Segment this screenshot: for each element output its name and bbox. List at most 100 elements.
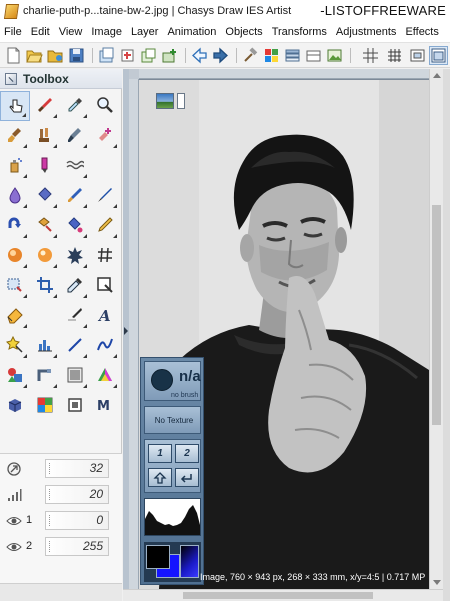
mode-1-button[interactable]: 1 [148, 444, 172, 463]
size-input[interactable]: 32 [45, 459, 109, 478]
menu-view[interactable]: View [55, 22, 88, 42]
brush-tool[interactable] [30, 91, 60, 121]
fill-tool[interactable] [30, 181, 60, 211]
menu-image[interactable]: Image [87, 22, 127, 42]
brush-selector[interactable]: n/a no brush [144, 361, 201, 401]
hash-tool[interactable] [90, 241, 120, 271]
menu-animation[interactable]: Animation [163, 22, 221, 42]
shapes-tool[interactable] [0, 361, 30, 391]
palette-tool[interactable] [30, 391, 60, 421]
size-row: 32 [0, 456, 122, 482]
macro-tool[interactable]: M [90, 391, 120, 421]
path-corner-icon [37, 369, 51, 381]
zoom-tool[interactable] [90, 91, 120, 121]
opacity-1-input[interactable]: 0 [45, 511, 109, 530]
hammer-tool-icon[interactable] [242, 47, 259, 64]
pixel-grid-icon[interactable] [386, 47, 403, 64]
undo-arrow-icon[interactable] [191, 47, 208, 64]
scroll-up-icon[interactable] [433, 73, 441, 78]
menu-transforms[interactable]: Transforms [268, 22, 332, 42]
new-file-icon[interactable] [5, 47, 22, 64]
marker-tool[interactable] [30, 151, 60, 181]
enter-button[interactable] [175, 468, 199, 487]
spray-tool[interactable] [0, 151, 30, 181]
vertical-scroll-thumb[interactable] [432, 205, 441, 425]
drop-tool[interactable] [0, 181, 30, 211]
text-tool[interactable]: A [90, 301, 120, 331]
color-grid-icon[interactable] [263, 47, 280, 64]
3d-tool[interactable] [0, 391, 30, 421]
eyedropper-tool[interactable] [60, 91, 90, 121]
line-brush-tool[interactable] [60, 181, 90, 211]
transform-tool[interactable] [90, 271, 120, 301]
gradient-swatch[interactable] [180, 545, 199, 578]
hardness-input[interactable]: 20 [45, 485, 109, 504]
stamp-tool[interactable] [60, 391, 90, 421]
crop-tool[interactable] [30, 271, 60, 301]
menu-objects[interactable]: Objects [221, 22, 267, 42]
line-pen-tool[interactable] [60, 301, 90, 331]
stack-panel-icon[interactable] [305, 47, 322, 64]
line-tool[interactable] [60, 331, 90, 361]
main-toolbar [0, 42, 450, 68]
wave-tool[interactable] [60, 151, 90, 181]
redo-arrow-icon[interactable] [212, 47, 229, 64]
pencil-tool[interactable] [90, 211, 120, 241]
vertical-scrollbar[interactable] [429, 69, 443, 589]
sphere-tool[interactable] [0, 241, 30, 271]
crop-layer-icon[interactable] [119, 47, 136, 64]
frame-view-icon[interactable] [409, 47, 426, 64]
menu-layer[interactable]: Layer [127, 22, 164, 42]
chart-tool[interactable] [30, 331, 60, 361]
recolor-tool[interactable] [30, 211, 60, 241]
reopen-icon[interactable] [47, 47, 64, 64]
eraser-tool[interactable] [0, 301, 30, 331]
horizontal-scroll-thumb[interactable] [183, 592, 373, 599]
grid-toggle-icon[interactable] [362, 47, 379, 64]
mode-buttons: 1 2 [144, 439, 201, 493]
merge-layer-icon[interactable] [161, 47, 178, 64]
crop-icon [37, 277, 53, 293]
image-panel-icon[interactable] [326, 47, 343, 64]
save-disk-icon[interactable] [68, 47, 85, 64]
clone-tool[interactable] [60, 121, 90, 151]
magic-fill-tool[interactable] [60, 211, 90, 241]
opacity-2-input[interactable]: 255 [45, 537, 109, 556]
splatter-tool[interactable] [60, 241, 90, 271]
menu-effects[interactable]: Effects [401, 22, 443, 42]
window-mode-icon[interactable] [429, 46, 448, 65]
gradient-tool[interactable] [60, 361, 90, 391]
page-thumbnail[interactable] [177, 93, 185, 109]
quill-tool[interactable] [90, 181, 120, 211]
duplicate-layer-icon[interactable] [140, 47, 157, 64]
path-tool[interactable] [30, 361, 60, 391]
mode-2-button[interactable]: 2 [175, 444, 199, 463]
menu-file[interactable]: File [0, 22, 27, 42]
scroll-down-icon[interactable] [433, 580, 441, 585]
new-layer-icon[interactable] [98, 47, 115, 64]
left-ruler[interactable] [129, 79, 139, 589]
foreground-color-swatch[interactable] [146, 545, 170, 569]
layers-panel-icon[interactable] [284, 47, 301, 64]
top-ruler[interactable] [139, 69, 429, 79]
glow-sphere-tool[interactable] [30, 241, 60, 271]
selection-tool[interactable] [0, 271, 30, 301]
heal-tool[interactable] [90, 121, 120, 151]
picker-tool[interactable] [60, 271, 90, 301]
prism-tool[interactable] [90, 361, 120, 391]
gradient-icon [67, 367, 83, 383]
rotate-tool[interactable] [0, 211, 30, 241]
histogram[interactable] [144, 498, 201, 536]
star-tool[interactable] [0, 331, 30, 361]
image-thumbnail[interactable] [156, 93, 174, 109]
paint-brush-tool[interactable] [0, 121, 30, 151]
menu-adjustments[interactable]: Adjustments [332, 22, 402, 42]
smudge-tool[interactable] [30, 121, 60, 151]
open-folder-icon[interactable] [26, 47, 43, 64]
shift-button[interactable] [148, 468, 172, 487]
horizontal-scrollbar[interactable] [123, 589, 443, 601]
texture-selector[interactable]: No Texture [144, 406, 201, 434]
pointer-tool[interactable] [0, 91, 30, 121]
curve-tool[interactable] [90, 331, 120, 361]
menu-edit[interactable]: Edit [27, 22, 55, 42]
